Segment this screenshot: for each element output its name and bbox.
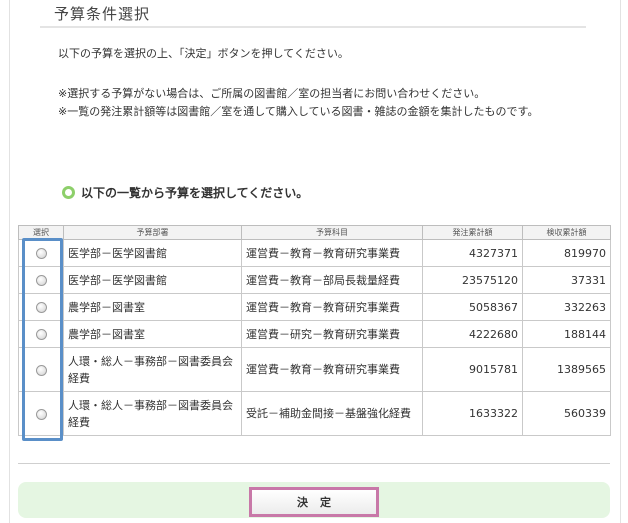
note-no-budget: ※選択する予算がない場合は、ご所属の図書館／室の担当者にお問い合わせください。 — [58, 87, 486, 100]
item-cell: 運営費－研究－教育研究事業費 — [241, 320, 423, 348]
select-cell — [18, 347, 64, 392]
department-cell: 人環・総人－事務部－図書委員会経費 — [63, 347, 242, 392]
inspected-cell: 332263 — [522, 293, 611, 321]
budget-radio-1[interactable] — [35, 248, 47, 259]
budget-radio-6[interactable] — [35, 408, 47, 420]
inspected-cell: 1389565 — [522, 347, 611, 392]
budget-table: 選択 予算部署 予算科目 発注累計額 検収累計額 医学部－医学図書館 運営費－教… — [18, 225, 611, 436]
table-row: 農学部－図書室 運営費－教育－教育研究事業費 5058367 332263 — [18, 293, 611, 321]
col-header-item: 予算科目 — [241, 225, 423, 240]
budget-radio-3[interactable] — [35, 302, 47, 313]
table-header-row: 選択 予算部署 予算科目 発注累計額 検収累計額 — [18, 225, 611, 240]
ordered-cell: 4222680 — [422, 320, 523, 348]
budget-radio-5[interactable] — [35, 364, 47, 376]
decide-button[interactable]: 決定 — [249, 487, 379, 517]
notes: ※選択する予算がない場合は、ご所属の図書館／室の担当者にお問い合わせください。 … — [58, 85, 588, 121]
ordered-cell: 1633322 — [422, 391, 523, 436]
bottom-divider — [18, 463, 610, 464]
inspected-cell: 188144 — [522, 320, 611, 348]
budget-radio-2[interactable] — [35, 275, 47, 286]
select-cell — [18, 391, 64, 436]
table-row: 医学部－医学図書館 運営費－教育－教育研究事業費 4327371 819970 — [18, 239, 611, 267]
department-cell: 農学部－図書室 — [63, 320, 242, 348]
note-totals: ※一覧の発注累計額等は図書館／室を通して購入している図書・雑誌の金額を集計したも… — [58, 105, 539, 118]
table-row: 人環・総人－事務部－図書委員会経費 受託－補助金間接－基盤強化経費 163332… — [18, 391, 611, 436]
budget-radio-4[interactable] — [35, 329, 47, 340]
section-heading: 以下の一覧から予算を選択してください。 — [62, 184, 308, 201]
green-circle-icon — [62, 186, 75, 199]
title-divider — [40, 26, 586, 28]
col-header-select: 選択 — [18, 225, 64, 240]
department-cell: 人環・総人－事務部－図書委員会経費 — [63, 391, 242, 436]
col-header-inspected: 検収累計額 — [522, 225, 611, 240]
item-cell: 受託－補助金間接－基盤強化経費 — [241, 391, 423, 436]
department-cell: 農学部－図書室 — [63, 293, 242, 321]
table-row: 医学部－医学図書館 運営費－教育－部局長裁量経費 23575120 37331 — [18, 266, 611, 294]
table-row: 農学部－図書室 運営費－研究－教育研究事業費 4222680 188144 — [18, 320, 611, 348]
intro-text: 以下の予算を選択の上、「決定」ボタンを押してください。 — [58, 47, 349, 60]
ordered-cell: 9015781 — [422, 347, 523, 392]
inspected-cell: 37331 — [522, 266, 611, 294]
section-heading-text: 以下の一覧から予算を選択してください。 — [81, 186, 309, 200]
item-cell: 運営費－教育－教育研究事業費 — [241, 347, 423, 392]
inspected-cell: 560339 — [522, 391, 611, 436]
page-title: 予算条件選択 — [54, 5, 151, 23]
inspected-cell: 819970 — [522, 239, 611, 267]
ordered-cell: 4327371 — [422, 239, 523, 267]
ordered-cell: 23575120 — [422, 266, 523, 294]
department-cell: 医学部－医学図書館 — [63, 239, 242, 267]
col-header-department: 予算部署 — [63, 225, 242, 240]
select-cell — [18, 320, 64, 348]
select-cell — [18, 293, 64, 321]
ordered-cell: 5058367 — [422, 293, 523, 321]
item-cell: 運営費－教育－部局長裁量経費 — [241, 266, 423, 294]
table-row: 人環・総人－事務部－図書委員会経費 運営費－教育－教育研究事業費 9015781… — [18, 347, 611, 392]
department-cell: 医学部－医学図書館 — [63, 266, 242, 294]
select-cell — [18, 266, 64, 294]
select-cell — [18, 239, 64, 267]
item-cell: 運営費－教育－教育研究事業費 — [241, 293, 423, 321]
item-cell: 運営費－教育－教育研究事業費 — [241, 239, 423, 267]
col-header-ordered: 発注累計額 — [422, 225, 523, 240]
